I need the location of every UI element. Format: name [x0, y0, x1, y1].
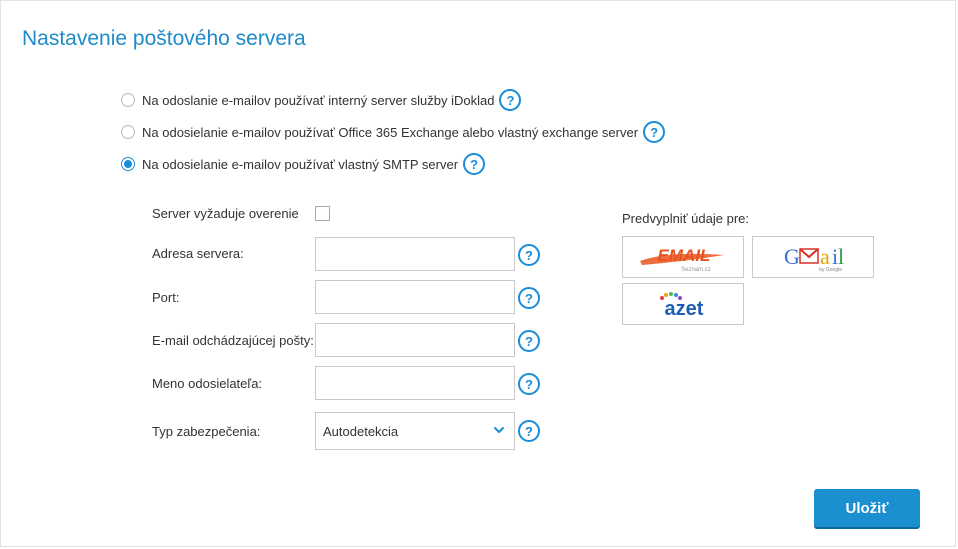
settings-panel: Nastavenie poštového servera Na odoslani… — [0, 0, 956, 547]
auth-checkbox[interactable] — [315, 206, 330, 221]
gmail-logo: G a i l by Google — [784, 244, 844, 273]
option-internal-label: Na odoslanie e-mailov používať interný s… — [142, 92, 495, 108]
radio-smtp[interactable] — [121, 157, 135, 171]
chevron-down-icon — [494, 427, 504, 433]
provider-gmail[interactable]: G a i l by Google — [752, 236, 874, 278]
help-icon[interactable]: ? — [463, 153, 486, 175]
port-label: Port: — [152, 290, 180, 305]
provider-azet[interactable]: azet — [622, 283, 744, 325]
help-icon[interactable]: ? — [499, 89, 522, 111]
email-input[interactable] — [315, 323, 515, 357]
gmail-logo-sub: by Google — [819, 267, 842, 273]
security-help-icon[interactable]: ? — [518, 420, 540, 442]
sender-help-icon[interactable]: ? — [518, 373, 540, 395]
sender-name-input[interactable] — [315, 366, 515, 400]
security-select-value: Autodetekcia — [323, 423, 399, 439]
email-logo-text: EMAIL — [658, 246, 711, 265]
page-title: Nastavenie poštového servera — [22, 27, 306, 50]
help-icon[interactable]: ? — [643, 121, 666, 143]
port-help-icon[interactable]: ? — [518, 287, 540, 309]
azet-logo: azet — [660, 292, 704, 320]
email-help-icon[interactable]: ? — [518, 330, 540, 352]
azet-logo-text: azet — [665, 298, 704, 320]
server-label: Adresa servera: — [152, 246, 244, 261]
sender-label: Meno odosielateľa: — [152, 376, 263, 391]
option-exchange-server[interactable]: Na odosielanie e-mailov používať Office … — [121, 121, 666, 143]
email-logo-sub: Seznam.cz — [681, 267, 711, 273]
radio-exchange[interactable] — [121, 125, 135, 139]
email-logo: EMAIL Seznam.cz — [640, 246, 724, 273]
server-help-icon[interactable]: ? — [518, 244, 540, 266]
option-exchange-label: Na odosielanie e-mailov používať Office … — [142, 124, 639, 140]
provider-email-seznam[interactable]: EMAIL Seznam.cz — [622, 236, 744, 278]
svg-text:a: a — [820, 244, 830, 269]
option-smtp-server[interactable]: Na odosielanie e-mailov používať vlastný… — [121, 153, 486, 175]
auth-label: Server vyžaduje overenie — [152, 206, 299, 221]
svg-text:G: G — [784, 244, 800, 269]
option-smtp-label: Na odosielanie e-mailov používať vlastný… — [142, 156, 459, 172]
radio-internal[interactable] — [121, 93, 135, 107]
email-label: E-mail odchádzajúcej pošty: — [152, 333, 314, 348]
option-internal-server[interactable]: Na odoslanie e-mailov používať interný s… — [121, 89, 522, 111]
port-input[interactable] — [315, 280, 515, 314]
security-label: Typ zabezpečenia: — [152, 424, 261, 439]
security-type-select[interactable]: Autodetekcia — [315, 412, 515, 450]
svg-text:l: l — [838, 244, 844, 269]
server-address-input[interactable] — [315, 237, 515, 271]
prefill-label: Predvyplniť údaje pre: — [622, 211, 750, 226]
save-button[interactable]: Uložiť — [814, 489, 920, 527]
